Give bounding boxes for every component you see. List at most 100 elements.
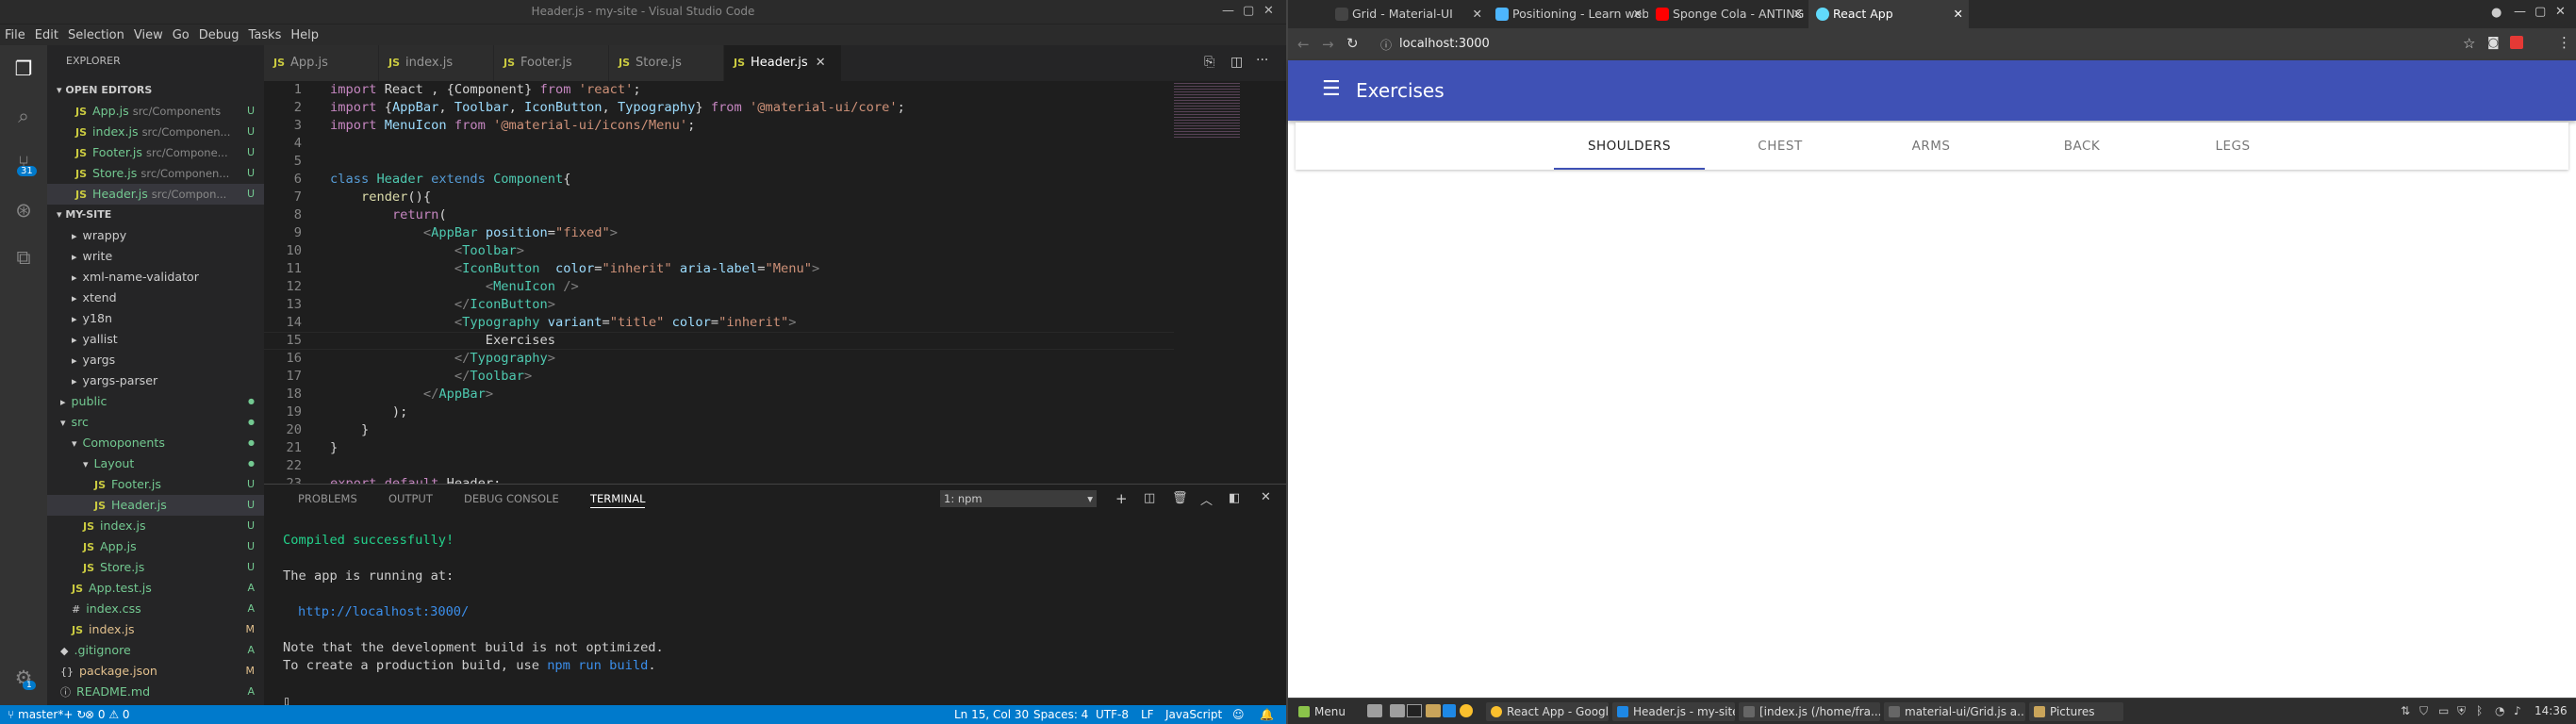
camera-icon[interactable]: ◙ [2487,36,2500,50]
close-tab-icon[interactable]: ✕ [1633,0,1643,28]
taskbar-item-index-js[interactable]: [index.js (/home/fra... [1739,702,1880,721]
explorer-icon[interactable]: ❐ [11,57,36,81]
tab-index-js[interactable]: JS index.js [379,45,494,81]
browser-tab-youtube[interactable]: Sponge Cola - ANTING ✕ [1648,0,1808,28]
tree-item[interactable]: ▸ xml-name-validator [47,267,264,288]
close-tab-icon[interactable]: ✕ [1954,0,1963,28]
tab-back[interactable]: BACK [2006,123,2157,170]
extension-icon[interactable] [2510,36,2523,49]
maximize-icon[interactable]: ▢ [2535,5,2546,19]
cursor-position[interactable]: Ln 15, Col 30 [954,705,1029,724]
chrome-icon[interactable] [1460,704,1473,717]
maximize-icon[interactable]: ▢ [1243,4,1254,18]
close-panel-icon[interactable]: ✕ [1261,490,1271,504]
problems-status[interactable]: ⊗ 0 ⚠ 0 [85,705,130,724]
terminal-icon[interactable] [1407,704,1422,717]
language-mode[interactable]: JavaScript [1165,705,1222,724]
menu-icon[interactable]: ☰ [1322,77,1341,101]
taskbar-item-grid-js[interactable]: material-ui/Grid.js a... [1884,702,2025,721]
browser-tab-react-app[interactable]: React App ✕ [1808,0,1969,28]
tab-chest[interactable]: CHEST [1705,123,1856,170]
menu-file[interactable]: File [0,28,30,42]
close-tab-icon[interactable]: ✕ [816,56,826,70]
back-icon[interactable]: ← [1297,36,1310,53]
tree-item[interactable]: ▾ Layout ● [47,453,264,474]
more-actions-icon[interactable]: ··· [1256,53,1268,68]
menu-help[interactable]: Help [286,28,323,42]
tree-item[interactable]: ▸ public ● [47,391,264,412]
menu-view[interactable]: View [129,28,168,42]
drive-icon[interactable]: ▭ [2438,704,2449,717]
files-icon[interactable] [1390,704,1405,717]
debug-icon[interactable]: ⊛ [11,198,36,222]
tree-item[interactable]: JS App.js U [47,536,264,557]
code-view[interactable]: 1234567891011121314151617181920212223 im… [264,81,1286,491]
reload-icon[interactable]: ↻ [1346,35,1359,52]
open-editor-item[interactable]: JS Header.js src/Compon... U [47,184,264,205]
shield-icon[interactable]: ⛉ [2419,704,2428,718]
terminal-output[interactable]: Compiled successfully! The app is runnin… [283,532,664,711]
tree-item[interactable]: ▾ src ● [47,412,264,433]
maximize-panel-icon[interactable]: ︿ [1200,490,1213,508]
open-editor-item[interactable]: JS Store.js src/Componen... U [47,163,264,184]
tree-item[interactable]: JS Header.js U [47,495,264,516]
taskbar-item-pictures[interactable]: Pictures [2029,702,2123,721]
tree-item[interactable]: JS index.js U [47,516,264,536]
tree-item[interactable]: # index.css A [47,599,264,619]
menu-go[interactable]: Go [168,28,194,42]
tab-legs[interactable]: LEGS [2157,123,2308,170]
trash-icon[interactable]: 🗑 [1172,491,1188,505]
menu-selection[interactable]: Selection [63,28,129,42]
tree-item[interactable]: JS Store.js U [47,557,264,578]
panel-position-icon[interactable]: ◧ [1229,491,1240,505]
clock[interactable]: 14:36 [2535,704,2568,717]
menu-edit[interactable]: Edit [30,28,63,42]
tab-terminal[interactable]: TERMINAL [590,492,646,508]
address-bar[interactable]: localhost:3000 [1399,37,1490,51]
terminal-url[interactable]: http://localhost:3000/ [283,603,664,621]
split-editor-icon[interactable]: ◫ [1230,55,1243,70]
vscode-icon[interactable] [1443,704,1456,717]
tab-footer-js[interactable]: JS Footer.js [494,45,609,81]
taskbar-item-header-js[interactable]: Header.js - my-site ... [1612,702,1735,721]
taskbar-item-react-app[interactable]: React App - Google... [1486,702,1609,721]
browser-menu-icon[interactable]: ⋮ [2557,34,2571,51]
tab-app-js[interactable]: JS App.js [264,45,379,81]
wifi-icon[interactable]: ◔ [2495,704,2504,717]
desktop-icon[interactable] [1367,704,1382,717]
new-terminal-icon[interactable]: + [1115,490,1128,507]
menu-tasks[interactable]: Tasks [244,28,287,42]
start-menu[interactable]: Menu [1294,702,1351,721]
tab-problems[interactable]: PROBLEMS [298,492,357,505]
tree-item[interactable]: ▾ Comoponents ● [47,433,264,453]
open-editor-item[interactable]: JS App.js src/Components U [47,101,264,122]
tree-item[interactable]: JS App.test.js A [47,578,264,599]
open-editor-item[interactable]: JS Footer.js src/Compone... U [47,142,264,163]
tree-item[interactable]: ▸ write [47,246,264,267]
close-icon[interactable]: ✕ [2555,5,2566,19]
tab-debug-console[interactable]: DEBUG CONSOLE [464,492,559,505]
minimize-icon[interactable]: — [2514,5,2526,19]
browser-tab-positioning[interactable]: Positioning - Learn web ✕ [1488,0,1648,28]
search-icon[interactable]: ⌕ [11,104,36,128]
tab-shoulders[interactable]: SHOULDERS [1554,123,1705,170]
line-ending[interactable]: LF [1141,705,1154,724]
close-tab-icon[interactable]: ✕ [1793,0,1803,28]
profile-icon[interactable]: ● [2491,6,2502,20]
volume-icon[interactable]: ♪ [2514,704,2521,717]
browser-tab-grid[interactable]: Grid - Material-UI ✕ [1328,0,1488,28]
tree-item[interactable]: {} package.json M [47,661,264,682]
encoding[interactable]: UTF-8 [1096,705,1129,724]
extensions-icon[interactable]: ⧉ [11,245,36,270]
tree-item[interactable]: ▸ yallist [47,329,264,350]
tree-item[interactable]: JS index.js M [47,619,264,640]
tree-item[interactable]: ▸ yargs-parser [47,370,264,391]
terminal-select[interactable]: 1: npm ▾ [940,490,1097,507]
folder-icon[interactable] [1426,704,1441,717]
tab-output[interactable]: OUTPUT [388,492,433,505]
tab-store-js[interactable]: JS Store.js [609,45,724,81]
info-icon[interactable]: ⓘ [1380,37,1392,53]
update-icon[interactable]: ⛨ [2457,704,2466,718]
tree-item[interactable]: JS Footer.js U [47,474,264,495]
bluetooth-icon[interactable]: ᛒ [2476,704,2483,717]
